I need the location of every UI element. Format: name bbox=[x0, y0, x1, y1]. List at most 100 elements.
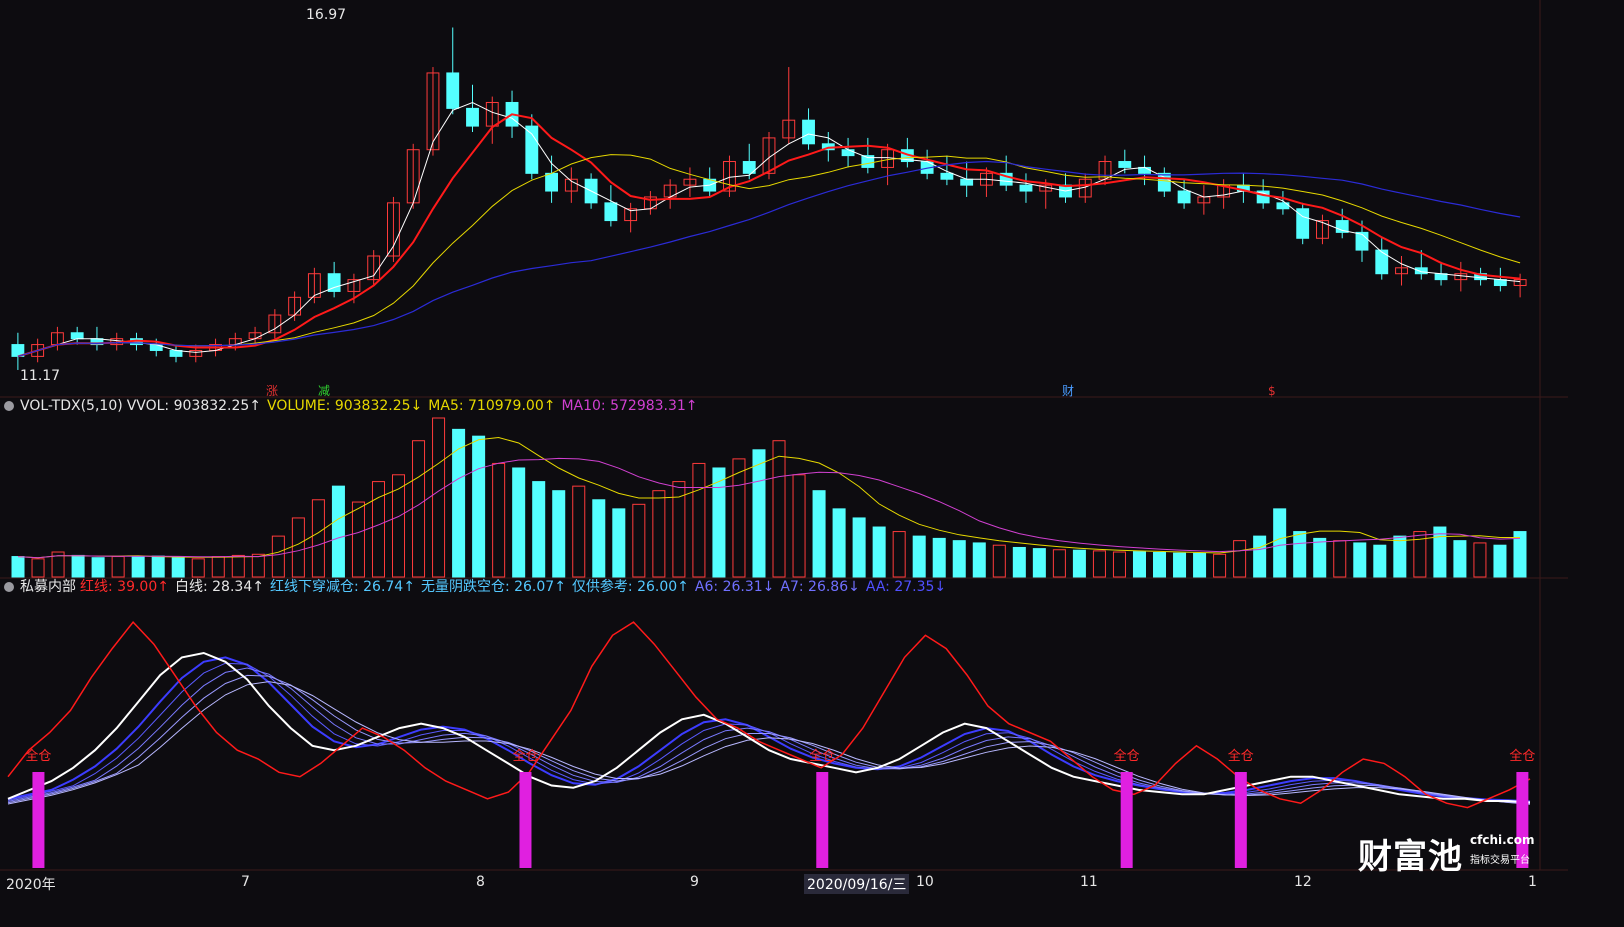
vol-indicator-name: VOL-TDX(5,10) bbox=[20, 398, 123, 414]
ma10-value: MA10: 572983.31↑ bbox=[561, 398, 698, 414]
volume-bar bbox=[1373, 544, 1387, 578]
volume-bar bbox=[1273, 508, 1287, 578]
signal-label: 全仓 bbox=[25, 748, 51, 764]
x-label-10: 10 bbox=[916, 874, 934, 890]
volume-bar bbox=[71, 554, 85, 578]
volume-bar bbox=[1092, 550, 1106, 578]
collapse-icon[interactable] bbox=[4, 582, 14, 592]
volume-bar bbox=[892, 531, 906, 578]
ref-value: 仅供参考: 26.00↑ bbox=[571, 579, 689, 595]
signal-label: 全仓 bbox=[1114, 748, 1140, 764]
white-line-value: 白线: 28.34↑ bbox=[174, 579, 264, 595]
x-label-12: 12 bbox=[1294, 874, 1312, 890]
volume-bar bbox=[151, 555, 165, 578]
volume-bar bbox=[912, 535, 926, 578]
volume-bar bbox=[1493, 544, 1507, 578]
volume-value: VOLUME: 903832.25↓ bbox=[267, 398, 423, 414]
volume-bar bbox=[832, 508, 846, 578]
x-label-9: 9 bbox=[690, 874, 699, 890]
volume-bar bbox=[1393, 535, 1407, 578]
volume-bar bbox=[612, 508, 626, 578]
ma-yellow-line bbox=[17, 154, 1521, 357]
volume-bar bbox=[111, 556, 125, 578]
candle-body bbox=[70, 332, 84, 340]
volume-bar bbox=[432, 417, 446, 578]
chart-canvas[interactable]: 全仓 全仓 全仓 全仓 全仓 全仓 bbox=[0, 0, 1568, 895]
volume-bar bbox=[1173, 552, 1187, 578]
marker-zhang: 涨 bbox=[266, 384, 279, 398]
candle-body bbox=[802, 119, 815, 145]
volume-bar bbox=[852, 517, 866, 578]
volume-bar bbox=[532, 481, 546, 578]
high-price-label: 16.97 bbox=[306, 7, 347, 23]
x-label-7: 7 bbox=[241, 874, 250, 890]
volume-bar bbox=[331, 485, 345, 578]
volume-bar bbox=[311, 499, 325, 578]
a7-value: A7: 26.86↓ bbox=[780, 579, 860, 595]
volume-bar bbox=[632, 503, 646, 578]
volume-bar bbox=[191, 558, 205, 578]
ma-blue-line bbox=[17, 160, 1521, 357]
volume-bar bbox=[872, 526, 886, 578]
signal-bar bbox=[1120, 772, 1133, 868]
candle-body bbox=[545, 172, 559, 192]
volume-bar bbox=[1012, 546, 1026, 578]
indicator-fan-line bbox=[7, 674, 1531, 805]
volume-bar bbox=[512, 467, 526, 578]
volume-bar bbox=[1293, 531, 1307, 578]
volume-bar bbox=[91, 557, 105, 578]
volume-bar bbox=[1253, 535, 1267, 578]
candle-body bbox=[446, 72, 460, 109]
candle-body bbox=[960, 178, 974, 186]
volume-bar bbox=[412, 440, 426, 578]
logo-domain: cfchi.com bbox=[1470, 833, 1535, 847]
volume-bar bbox=[952, 540, 966, 578]
candle-body bbox=[841, 149, 855, 157]
volume-bar bbox=[291, 517, 305, 578]
volume-bar bbox=[131, 556, 145, 578]
signal-bar bbox=[32, 772, 45, 868]
volume-bar bbox=[1052, 549, 1066, 578]
candle-body bbox=[1414, 267, 1428, 275]
volume-bar bbox=[1453, 540, 1467, 578]
candle-body bbox=[940, 172, 954, 180]
indicator-header: 私募内部 红线: 39.00↑ 白线: 28.34↑ 红线下穿减仓: 26.74↑ 无量… bbox=[4, 579, 952, 595]
candle-body bbox=[1355, 231, 1369, 251]
volume-bar bbox=[552, 490, 566, 578]
volume-bar bbox=[1473, 542, 1487, 578]
volume-bar bbox=[712, 467, 726, 578]
volume-bar bbox=[732, 458, 746, 578]
marker-cai: 财 bbox=[1062, 384, 1075, 398]
volume-bar bbox=[1032, 548, 1046, 578]
noyin-value: 无量阴跌空仓: 26.07↑ bbox=[420, 579, 566, 595]
low-price-label: 11.17 bbox=[20, 368, 61, 384]
x-label-8: 8 bbox=[476, 874, 485, 890]
cursor-date-label: 2020/09/16/三 bbox=[804, 874, 910, 894]
indicator-fan-line bbox=[7, 662, 1531, 803]
volume-bar bbox=[1112, 551, 1126, 578]
volume-bar bbox=[351, 501, 365, 578]
stock-chart[interactable]: 全仓 全仓 全仓 全仓 全仓 全仓 16.97 11.17 涨 减 财 $ VOL-TDX… bbox=[0, 0, 1568, 895]
volume-bar bbox=[1072, 549, 1086, 578]
logo-name: 财富池 bbox=[1358, 837, 1463, 877]
x-label-1: 1 bbox=[1528, 874, 1537, 890]
ind-name: 私募内部 bbox=[20, 579, 76, 595]
volume-bar bbox=[1132, 551, 1146, 578]
candle-body bbox=[1375, 249, 1389, 275]
cross-value: 红线下穿减仓: 26.74↑ bbox=[269, 579, 415, 595]
volume-bar bbox=[1233, 540, 1247, 578]
candle-body bbox=[466, 107, 479, 127]
volume-bar bbox=[1213, 553, 1227, 578]
volume-bar bbox=[472, 435, 486, 578]
volume-bar bbox=[31, 558, 45, 578]
volume-bar bbox=[231, 554, 245, 578]
volume-bar bbox=[211, 556, 225, 578]
volume-bar bbox=[572, 485, 586, 578]
ma5-value: MA5: 710979.00↑ bbox=[428, 398, 556, 414]
collapse-icon[interactable] bbox=[4, 401, 14, 411]
signal-bar bbox=[816, 772, 829, 868]
volume-bar bbox=[812, 490, 826, 578]
volume-bar bbox=[652, 490, 666, 578]
signal-label: 全仓 bbox=[809, 748, 835, 764]
candle-body bbox=[1118, 161, 1132, 168]
